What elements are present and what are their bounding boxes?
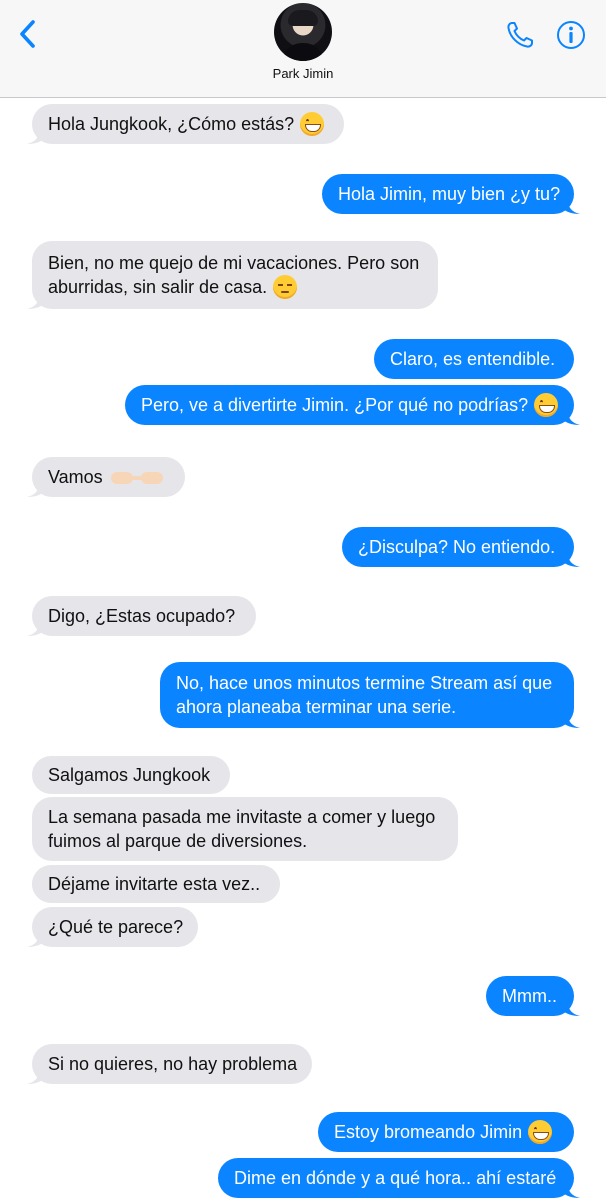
- message-text: Pero, ve a divertirte Jimin. ¿Por qué no…: [141, 395, 529, 415]
- chevron-left-icon[interactable]: [14, 18, 42, 50]
- message-bubble-sent[interactable]: Hola Jimin, muy bien ¿y tu?: [322, 174, 574, 214]
- conversation-header: Park Jimin: [0, 0, 606, 98]
- message-text: ¿Disculpa? No entiendo.: [358, 537, 556, 557]
- message-text: Claro, es entendible.: [390, 349, 556, 369]
- message-text: No, hace unos minutos termine Stream así…: [176, 673, 553, 693]
- message-text: aburridas, sin salir de casa.: [48, 277, 268, 297]
- message-text: Bien, no me quejo de mi vacaciones. Pero…: [48, 253, 420, 273]
- contact-name[interactable]: Park Jimin: [0, 66, 606, 81]
- message-bubble-received[interactable]: La semana pasada me invitaste a comer y …: [32, 797, 458, 861]
- bubble-tail: [27, 295, 45, 309]
- info-icon[interactable]: [556, 20, 586, 50]
- message-bubble-sent[interactable]: Dime en dónde y a qué hora.. ahí estaré: [218, 1158, 574, 1198]
- pensive-face-icon: [273, 275, 298, 299]
- avatar[interactable]: [274, 3, 332, 61]
- message-bubble-received[interactable]: Hola Jungkook, ¿Cómo estás?: [32, 104, 344, 144]
- phone-icon[interactable]: [505, 20, 535, 50]
- message-bubble-sent[interactable]: Pero, ve a divertirte Jimin. ¿Por qué no…: [125, 385, 574, 425]
- message-bubble-received[interactable]: Déjame invitarte esta vez..: [32, 865, 280, 903]
- message-text: Mmm..: [502, 986, 557, 1006]
- message-bubble-sent[interactable]: Claro, es entendible.: [374, 339, 574, 379]
- message-text: Digo, ¿Estas ocupado?: [48, 606, 236, 626]
- message-text: La semana pasada me invitaste a comer y …: [48, 807, 436, 827]
- message-bubble-received[interactable]: ¿Qué te parece?: [32, 907, 198, 947]
- bubble-tail: [27, 483, 45, 497]
- message-bubble-sent[interactable]: ¿Disculpa? No entiendo.: [342, 527, 574, 567]
- grinning-face-icon: [534, 393, 558, 417]
- message-text: fuimos al parque de diversiones.: [48, 831, 308, 851]
- grinning-face-icon: [300, 112, 325, 136]
- message-bubble-received[interactable]: Digo, ¿Estas ocupado?: [32, 596, 256, 636]
- message-text: Déjame invitarte esta vez..: [48, 874, 261, 894]
- message-bubble-sent[interactable]: No, hace unos minutos termine Stream así…: [160, 662, 574, 728]
- message-text: ¿Qué te parece?: [48, 917, 184, 937]
- message-bubble-received[interactable]: Bien, no me quejo de mi vacaciones. Pero…: [32, 241, 438, 309]
- message-text: Estoy bromeando Jimin: [334, 1122, 523, 1142]
- message-text: Vamos: [48, 467, 103, 487]
- bubble-tail: [27, 622, 45, 636]
- message-text: Salgamos Jungkook: [48, 765, 211, 785]
- message-text: Dime en dónde y a qué hora.. ahí estaré: [234, 1168, 557, 1188]
- message-text: ahora planeaba terminar una serie.: [176, 697, 457, 717]
- grinning-face-icon: [528, 1120, 553, 1144]
- bubble-tail: [27, 933, 45, 947]
- message-text: Si no quieres, no hay problema: [48, 1054, 298, 1074]
- message-bubble-sent[interactable]: Mmm..: [486, 976, 574, 1016]
- bubble-tail: [27, 130, 45, 144]
- bubble-tail: [562, 714, 580, 728]
- message-text: Hola Jimin, muy bien ¿y tu?: [338, 184, 561, 204]
- bubble-tail: [27, 1070, 45, 1084]
- message-bubble-received[interactable]: Si no quieres, no hay problema: [32, 1044, 312, 1084]
- pointing-fingers-icon: [110, 468, 163, 486]
- message-bubble-received[interactable]: Vamos: [32, 457, 185, 497]
- bubble-tail: [562, 553, 580, 567]
- bubble-tail: [562, 1184, 580, 1198]
- bubble-tail: [562, 411, 580, 425]
- bubble-tail: [562, 1002, 580, 1016]
- bubble-tail: [562, 200, 580, 214]
- message-bubble-received[interactable]: Salgamos Jungkook: [32, 756, 230, 794]
- message-text: Hola Jungkook, ¿Cómo estás?: [48, 114, 295, 134]
- message-bubble-sent[interactable]: Estoy bromeando Jimin: [318, 1112, 574, 1152]
